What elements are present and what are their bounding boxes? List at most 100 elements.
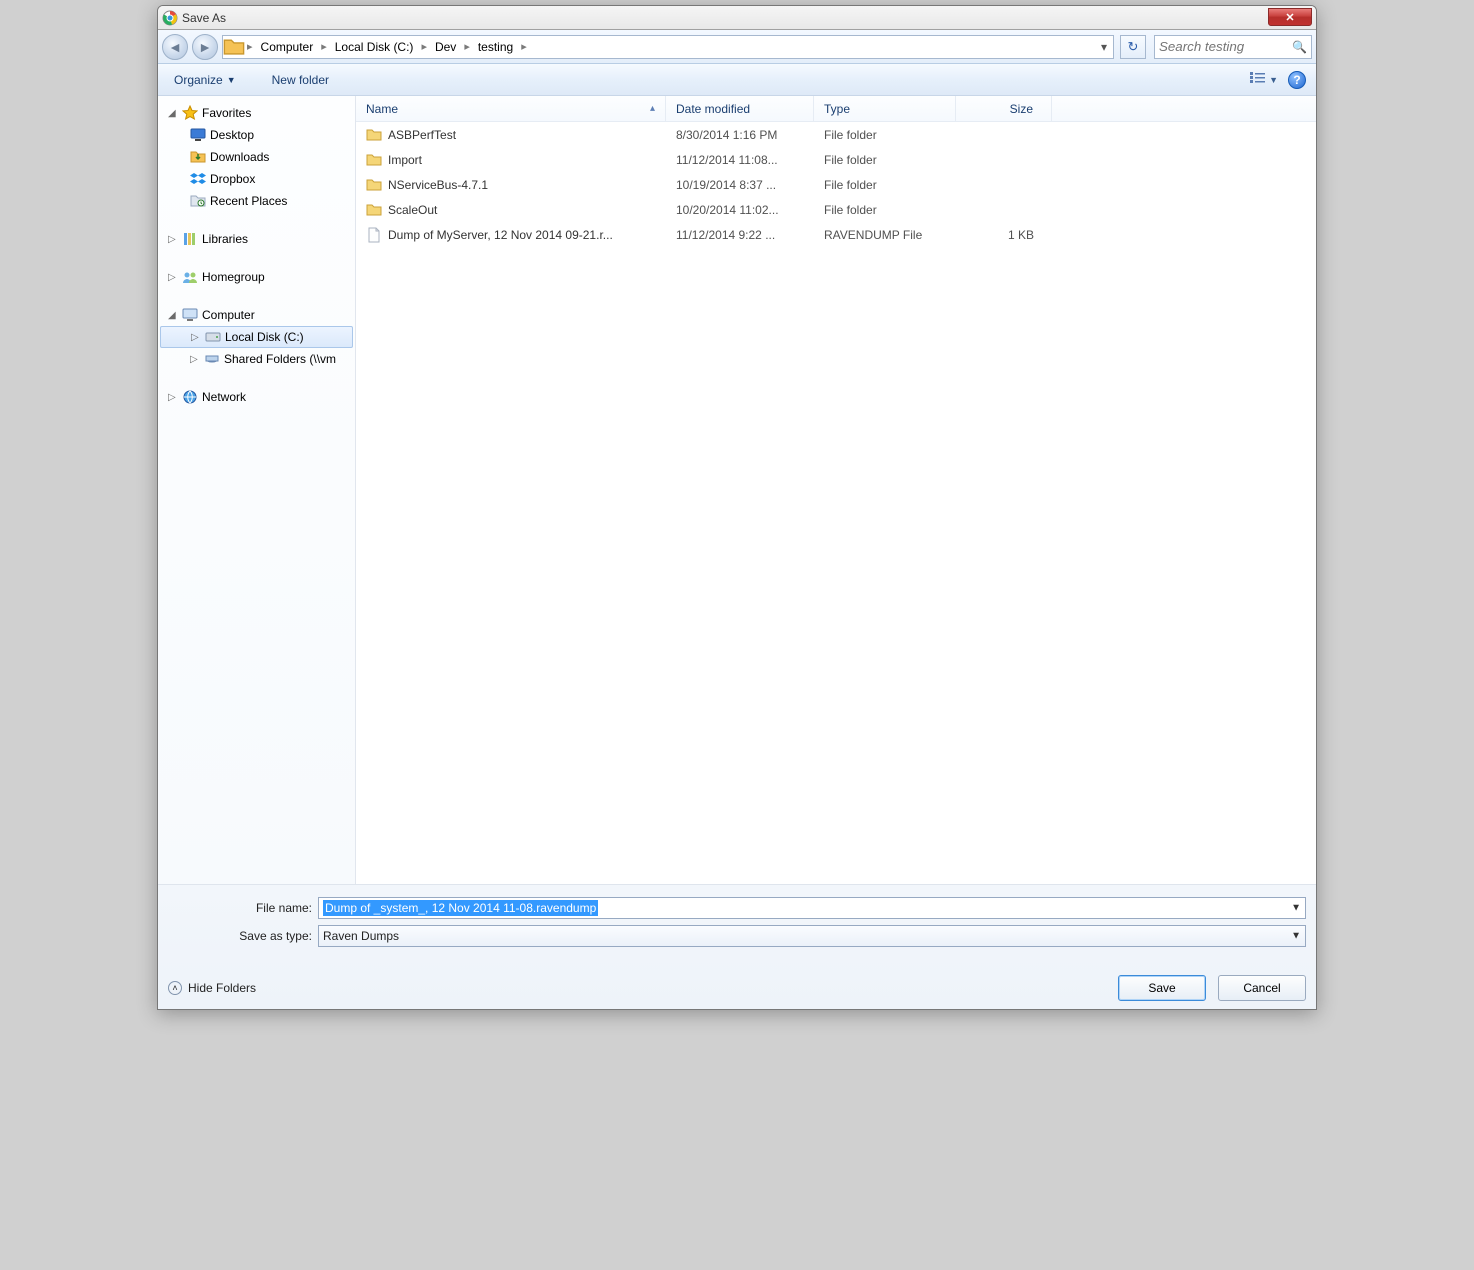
- tree-shared[interactable]: ▷ Shared Folders (\\vm: [160, 348, 353, 370]
- view-icon: [1249, 71, 1267, 88]
- file-row[interactable]: Dump of MyServer, 12 Nov 2014 09-21.r...…: [356, 222, 1316, 247]
- tree-favorites[interactable]: ◢ Favorites: [160, 102, 353, 124]
- folder-icon: [366, 127, 382, 143]
- star-icon: [182, 105, 198, 121]
- help-button[interactable]: ?: [1288, 71, 1306, 89]
- tree-homegroup[interactable]: ▷ Homegroup: [160, 266, 353, 288]
- breadcrumb[interactable]: ▸ Computer ▸ Local Disk (C:) ▸ Dev ▸ tes…: [222, 35, 1114, 59]
- caret-down-icon: ◢: [168, 310, 178, 321]
- downloads-icon: [190, 149, 206, 165]
- column-name[interactable]: Name ▴: [356, 96, 666, 121]
- window-title: Save As: [182, 11, 226, 25]
- hfolder-icon: [223, 36, 245, 58]
- chevron-right-icon: ▸: [419, 40, 429, 53]
- caret-right-icon: ▷: [168, 392, 178, 403]
- chevron-right-icon: ▸: [319, 40, 329, 53]
- caret-right-icon: ▷: [190, 354, 200, 365]
- dropbox-icon: [190, 171, 206, 187]
- file-row[interactable]: NServiceBus-4.7.110/19/2014 8:37 ...File…: [356, 172, 1316, 197]
- forward-button[interactable]: ►: [192, 34, 218, 60]
- save-button[interactable]: Save: [1118, 975, 1206, 1001]
- file-type: File folder: [814, 153, 956, 167]
- chrome-icon: [162, 10, 178, 26]
- tree-downloads[interactable]: Downloads: [160, 146, 353, 168]
- file-date: 10/20/2014 11:02...: [666, 203, 814, 217]
- chevron-right-icon: ▸: [519, 40, 529, 53]
- chevron-right-icon: ▸: [462, 40, 472, 53]
- caret-right-icon: ▷: [168, 234, 178, 245]
- computer-icon: [182, 307, 198, 323]
- disk-icon: [205, 329, 221, 345]
- file-size: 1 KB: [956, 228, 1052, 242]
- titlebar: Save As ✕: [158, 6, 1316, 30]
- chevron-down-icon: ▼: [1291, 931, 1301, 942]
- bottom-panel: File name: Dump of _system_, 12 Nov 2014…: [158, 884, 1316, 1009]
- recent-icon: [190, 193, 206, 209]
- navbar: ◄ ► ▸ Computer ▸ Local Disk (C:) ▸ Dev ▸…: [158, 30, 1316, 64]
- file-icon: [366, 227, 382, 243]
- navigation-pane: ◢ Favorites Desktop Downloads Dropbox Re…: [158, 96, 356, 884]
- file-type: File folder: [814, 203, 956, 217]
- caret-right-icon: ▷: [191, 332, 201, 343]
- netfolder-icon: [204, 351, 220, 367]
- file-name: ASBPerfTest: [388, 128, 456, 142]
- search-field[interactable]: [1159, 39, 1292, 54]
- refresh-button[interactable]: ↻: [1120, 35, 1146, 59]
- file-date: 10/19/2014 8:37 ...: [666, 178, 814, 192]
- chevron-down-icon: ▼: [1291, 903, 1301, 914]
- file-type: File folder: [814, 128, 956, 142]
- file-type: RAVENDUMP File: [814, 228, 956, 242]
- crumb-localdisk[interactable]: Local Disk (C:): [329, 36, 420, 58]
- close-button[interactable]: ✕: [1268, 8, 1312, 26]
- file-list: Name ▴ Date modified Type Size ASBPerfTe…: [356, 96, 1316, 884]
- folder-icon: [366, 202, 382, 218]
- tree-dropbox[interactable]: Dropbox: [160, 168, 353, 190]
- file-date: 11/12/2014 11:08...: [666, 153, 814, 167]
- savetype-label: Save as type:: [168, 929, 312, 943]
- caret-down-icon: ◢: [168, 108, 178, 119]
- column-type[interactable]: Type: [814, 96, 956, 121]
- chevron-right-icon: ▸: [245, 40, 255, 53]
- sort-asc-icon: ▴: [650, 103, 655, 114]
- new-folder-button[interactable]: New folder: [266, 69, 335, 91]
- column-date[interactable]: Date modified: [666, 96, 814, 121]
- file-date: 11/12/2014 9:22 ...: [666, 228, 814, 242]
- tree-local-disk[interactable]: ▷ Local Disk (C:): [160, 326, 353, 348]
- search-icon: 🔍: [1292, 40, 1307, 54]
- tree-computer[interactable]: ◢ Computer: [160, 304, 353, 326]
- file-name: Dump of MyServer, 12 Nov 2014 09-21.r...: [388, 228, 613, 242]
- back-button[interactable]: ◄: [162, 34, 188, 60]
- file-type: File folder: [814, 178, 956, 192]
- folder-icon: [366, 152, 382, 168]
- main-area: ◢ Favorites Desktop Downloads Dropbox Re…: [158, 96, 1316, 884]
- file-row[interactable]: ScaleOut 10/20/2014 11:02...File folder: [356, 197, 1316, 222]
- filename-input[interactable]: Dump of _system_, 12 Nov 2014 11-08.rave…: [318, 897, 1306, 919]
- savetype-value: Raven Dumps: [323, 929, 399, 943]
- cancel-button[interactable]: Cancel: [1218, 975, 1306, 1001]
- tree-desktop[interactable]: Desktop: [160, 124, 353, 146]
- column-headers: Name ▴ Date modified Type Size: [356, 96, 1316, 122]
- hide-folders-button[interactable]: ˄ Hide Folders: [168, 981, 256, 995]
- crumb-computer[interactable]: Computer: [255, 36, 320, 58]
- breadcrumb-dropdown[interactable]: ▾: [1095, 40, 1113, 54]
- monitor-icon: [190, 127, 206, 143]
- file-row[interactable]: Import 11/12/2014 11:08...File folder: [356, 147, 1316, 172]
- file-name: Import: [388, 153, 422, 167]
- crumb-testing[interactable]: testing: [472, 36, 519, 58]
- tree-libraries[interactable]: ▷ Libraries: [160, 228, 353, 250]
- libraries-icon: [182, 231, 198, 247]
- savetype-select[interactable]: Raven Dumps ▼: [318, 925, 1306, 947]
- folder-icon: [366, 177, 382, 193]
- view-options-button[interactable]: ▼: [1249, 71, 1278, 88]
- column-size[interactable]: Size: [956, 96, 1052, 121]
- homegroup-icon: [182, 269, 198, 285]
- crumb-dev[interactable]: Dev: [429, 36, 462, 58]
- organize-button[interactable]: Organize ▼: [168, 69, 242, 91]
- search-input[interactable]: 🔍: [1154, 35, 1312, 59]
- toolbar: Organize ▼ New folder ▼ ?: [158, 64, 1316, 96]
- filename-value: Dump of _system_, 12 Nov 2014 11-08.rave…: [323, 900, 598, 916]
- tree-network[interactable]: ▷ Network: [160, 386, 353, 408]
- file-name: ScaleOut: [388, 203, 437, 217]
- file-row[interactable]: ASBPerfTest8/30/2014 1:16 PMFile folder: [356, 122, 1316, 147]
- tree-recent[interactable]: Recent Places: [160, 190, 353, 212]
